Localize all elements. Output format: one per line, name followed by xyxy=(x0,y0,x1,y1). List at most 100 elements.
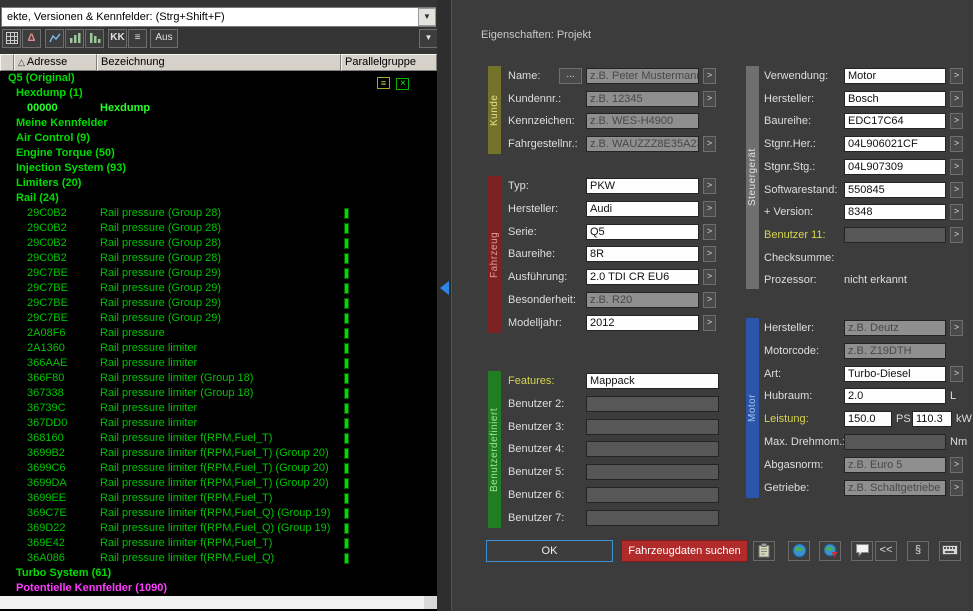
form-field[interactable]: 8348 xyxy=(844,204,946,220)
map-row[interactable]: 3699EERail pressure limiter f(RPM,Fuel_T… xyxy=(0,491,437,506)
form-field[interactable]: 2.0 TDI CR EU6 xyxy=(586,269,699,285)
map-row[interactable]: 366AAERail pressure limiter xyxy=(0,356,437,371)
field-expand-button[interactable]: > xyxy=(950,480,963,496)
field-expand-button[interactable]: > xyxy=(950,136,963,152)
map-row[interactable]: 36739CRail pressure limiter xyxy=(0,401,437,416)
form-field[interactable] xyxy=(586,464,719,480)
form-field[interactable]: z.B. WES-H4900 xyxy=(586,113,699,129)
form-field[interactable]: 550845 xyxy=(844,182,946,198)
form-field[interactable] xyxy=(586,441,719,457)
ellipsis-button[interactable]: ... xyxy=(559,68,582,84)
list-view-button[interactable]: ≡ xyxy=(128,29,147,48)
field-expand-button[interactable]: > xyxy=(703,68,716,84)
map-row[interactable]: 29C7BERail pressure (Group 29) xyxy=(0,296,437,311)
map-row[interactable]: 369E42Rail pressure limiter f(RPM,Fuel_T… xyxy=(0,536,437,551)
column-header-address[interactable]: △Adresse xyxy=(14,54,97,71)
folder-row[interactable]: Hexdump (1) xyxy=(0,86,437,101)
form-field[interactable] xyxy=(586,419,719,435)
folder-row[interactable]: Meine Kennfelder xyxy=(0,116,437,131)
field-expand-button[interactable]: > xyxy=(950,320,963,336)
form-field[interactable] xyxy=(844,227,946,243)
form-field[interactable]: 110.3 xyxy=(912,411,952,427)
form-field[interactable] xyxy=(844,434,946,450)
delta-view-button[interactable]: Δ xyxy=(22,29,41,48)
project-version-selector[interactable]: ekte, Versionen & Kennfelder: (Strg+Shif… xyxy=(1,7,436,27)
form-field[interactable]: Bosch xyxy=(844,91,946,107)
map-row[interactable]: 369D22Rail pressure limiter f(RPM,Fuel_Q… xyxy=(0,521,437,536)
form-field[interactable]: z.B. 12345 xyxy=(586,91,699,107)
collapse-arrow-icon[interactable] xyxy=(440,281,449,295)
form-field[interactable]: Mappack xyxy=(586,373,719,389)
horizontal-scrollbar[interactable] xyxy=(0,596,437,609)
pane-properties-icon[interactable]: ≡ xyxy=(377,77,390,89)
form-field[interactable]: 2012 xyxy=(586,315,699,331)
search-vehicle-data-button[interactable]: Fahrzeugdaten suchen xyxy=(621,540,748,562)
column-header-blank[interactable] xyxy=(0,54,14,71)
folder-row[interactable]: Potentielle Kennfelder (1090) xyxy=(0,581,437,596)
web-download-button[interactable] xyxy=(819,541,841,561)
map-row[interactable]: 2A1360Rail pressure limiter xyxy=(0,341,437,356)
form-field[interactable]: z.B. WAUZZZ8E35A23 xyxy=(586,136,699,152)
map-row[interactable]: 2A08F6Rail pressure xyxy=(0,326,437,341)
map-row[interactable]: 367338Rail pressure limiter (Group 18) xyxy=(0,386,437,401)
toolbar-dropdown-button[interactable]: ▼ xyxy=(419,29,438,48)
map-row[interactable]: 36A086Rail pressure limiter f(RPM,Fuel_Q… xyxy=(0,551,437,566)
field-expand-button[interactable]: > xyxy=(950,204,963,220)
field-expand-button[interactable]: > xyxy=(703,224,716,240)
form-field[interactable]: z.B. Schaltgetriebe xyxy=(844,480,946,496)
form-field[interactable]: Audi xyxy=(586,201,699,217)
map-row[interactable]: 29C7BERail pressure (Group 29) xyxy=(0,266,437,281)
field-expand-button[interactable]: > xyxy=(950,113,963,129)
ok-button[interactable]: OK xyxy=(486,540,613,562)
field-expand-button[interactable]: > xyxy=(950,366,963,382)
form-field[interactable]: Motor xyxy=(844,68,946,84)
collapse-button[interactable]: << xyxy=(875,541,897,561)
grid-view-button[interactable] xyxy=(2,29,21,48)
form-field[interactable]: 04L906021CF xyxy=(844,136,946,152)
map-row[interactable]: 00000Hexdump xyxy=(0,101,437,116)
form-field[interactable]: 04L907309 xyxy=(844,159,946,175)
map-row[interactable]: 367DD0Rail pressure limiter xyxy=(0,416,437,431)
map-row[interactable]: 29C0B2Rail pressure (Group 28) xyxy=(0,251,437,266)
form-field[interactable]: Turbo-Diesel xyxy=(844,366,946,382)
chart-view-button[interactable] xyxy=(65,29,84,48)
chart-view-2-button[interactable] xyxy=(85,29,104,48)
paragraph-button[interactable]: § xyxy=(907,541,929,561)
clipboard-button[interactable] xyxy=(753,541,775,561)
form-field[interactable]: 8R xyxy=(586,246,699,262)
map-row[interactable]: 29C0B2Rail pressure (Group 28) xyxy=(0,236,437,251)
map-row[interactable]: 369C7ERail pressure limiter f(RPM,Fuel_Q… xyxy=(0,506,437,521)
field-expand-button[interactable]: > xyxy=(703,269,716,285)
form-field[interactable]: z.B. Deutz xyxy=(844,320,946,336)
form-field[interactable] xyxy=(586,510,719,526)
folder-row[interactable]: Turbo System (61) xyxy=(0,566,437,581)
map-row[interactable]: 29C0B2Rail pressure (Group 28) xyxy=(0,206,437,221)
map-row[interactable]: 3699C6Rail pressure limiter f(RPM,Fuel_T… xyxy=(0,461,437,476)
field-expand-button[interactable]: > xyxy=(703,201,716,217)
folder-row[interactable]: Rail (24) xyxy=(0,191,437,206)
field-expand-button[interactable]: > xyxy=(950,182,963,198)
curve-view-button[interactable] xyxy=(45,29,64,48)
field-expand-button[interactable]: > xyxy=(950,159,963,175)
field-expand-button[interactable]: > xyxy=(703,136,716,152)
kk-button[interactable]: KK xyxy=(108,29,127,48)
field-expand-button[interactable]: > xyxy=(703,178,716,194)
field-expand-button[interactable]: > xyxy=(950,457,963,473)
column-header-name[interactable]: Bezeichnung xyxy=(97,54,341,71)
web-button[interactable] xyxy=(788,541,810,561)
panel-splitter[interactable] xyxy=(437,0,451,611)
field-expand-button[interactable]: > xyxy=(703,246,716,262)
field-expand-button[interactable]: > xyxy=(950,227,963,243)
map-row[interactable]: 29C7BERail pressure (Group 29) xyxy=(0,311,437,326)
keyboard-button[interactable] xyxy=(939,541,961,561)
column-header-parallelgruppe[interactable]: Parallelgruppe xyxy=(341,54,437,71)
form-field[interactable]: z.B. Z19DTH xyxy=(844,343,946,359)
form-field[interactable]: z.B. Euro 5 xyxy=(844,457,946,473)
folder-row[interactable]: Air Control (9) xyxy=(0,131,437,146)
field-expand-button[interactable]: > xyxy=(703,91,716,107)
field-expand-button[interactable]: > xyxy=(950,68,963,84)
map-row[interactable]: 29C0B2Rail pressure (Group 28) xyxy=(0,221,437,236)
map-row[interactable]: 3699DARail pressure limiter f(RPM,Fuel_T… xyxy=(0,476,437,491)
field-expand-button[interactable]: > xyxy=(703,292,716,308)
form-field[interactable]: EDC17C64 xyxy=(844,113,946,129)
